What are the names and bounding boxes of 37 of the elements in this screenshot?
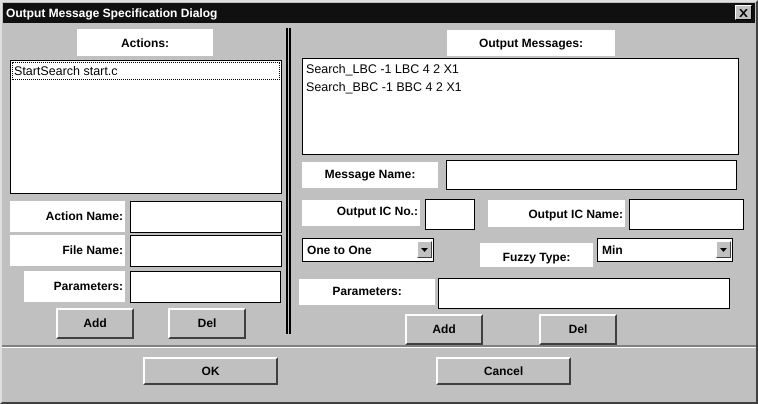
close-icon bbox=[739, 8, 748, 17]
input-field[interactable] bbox=[425, 198, 475, 230]
field-label: Parameters: bbox=[24, 270, 125, 302]
dropdown[interactable]: Min bbox=[597, 238, 733, 262]
down-arrow-icon bbox=[720, 248, 727, 252]
field-label: Parameters: bbox=[299, 278, 435, 305]
input-field[interactable] bbox=[130, 270, 281, 303]
field-label: Fuzzy Type: bbox=[480, 242, 593, 267]
field-label: File Name: bbox=[10, 234, 125, 266]
input-field[interactable] bbox=[130, 234, 282, 267]
list-box[interactable]: Search_LBC -1 LBC 4 2 X1 Search_BBC -1 BBC 4 2 X1 bbox=[302, 58, 739, 155]
field-label: Message Name: bbox=[302, 162, 438, 188]
close-button[interactable] bbox=[735, 5, 752, 20]
field-label: Actions: bbox=[77, 28, 213, 56]
field-label: Action Name: bbox=[10, 200, 125, 232]
input-field[interactable] bbox=[130, 200, 282, 233]
panel-button[interactable]: Add bbox=[405, 314, 483, 345]
dropdown[interactable]: One to One bbox=[302, 238, 434, 262]
dialog-button[interactable]: OK bbox=[143, 356, 278, 385]
input-field[interactable] bbox=[438, 278, 730, 309]
field-label: Output IC Name: bbox=[488, 200, 625, 227]
list-box[interactable]: StartSearch start.c bbox=[10, 60, 282, 194]
panel-button[interactable]: Add bbox=[56, 308, 134, 339]
field-label: Output Messages: bbox=[447, 30, 615, 56]
list-item[interactable]: Search_BBC -1 BBC 4 2 X1 bbox=[304, 78, 737, 96]
panel-button[interactable]: Del bbox=[168, 308, 246, 339]
dropdown-arrow-button[interactable] bbox=[716, 241, 731, 258]
list-item[interactable]: StartSearch start.c bbox=[12, 62, 280, 80]
dropdown-arrow-button[interactable] bbox=[417, 241, 432, 258]
panel-button[interactable]: Del bbox=[539, 314, 617, 345]
field-label: Output IC No.: bbox=[302, 200, 420, 226]
input-field[interactable] bbox=[629, 198, 744, 230]
dialog-button[interactable]: Cancel bbox=[436, 356, 571, 385]
window-title: Output Message Specification Dialog bbox=[6, 6, 218, 19]
list-item[interactable]: Search_LBC -1 LBC 4 2 X1 bbox=[304, 60, 737, 78]
input-field[interactable] bbox=[446, 160, 737, 190]
down-arrow-icon bbox=[421, 248, 428, 252]
